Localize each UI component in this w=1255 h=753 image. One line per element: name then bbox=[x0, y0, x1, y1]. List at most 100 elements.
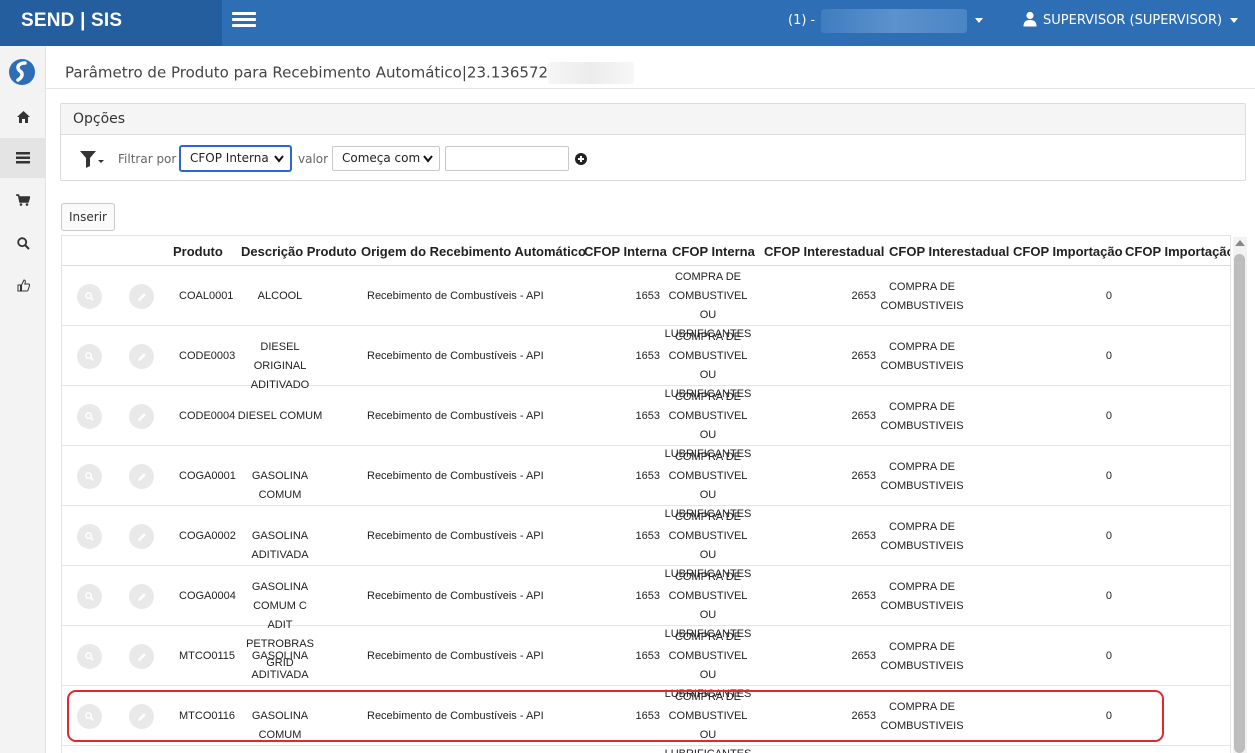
edit-button[interactable] bbox=[129, 704, 154, 729]
pencil-icon bbox=[137, 532, 146, 541]
menu-toggle-icon[interactable] bbox=[232, 12, 256, 28]
product-code: CODE0004 bbox=[179, 410, 236, 422]
sidebar-item-home[interactable] bbox=[0, 97, 46, 137]
list-icon bbox=[16, 152, 30, 164]
cfop-interstate-code: 2653 bbox=[851, 290, 876, 302]
receipt-origin: Recebimento de Combustíveis - API bbox=[367, 650, 544, 662]
product-code: MTCO0115 bbox=[179, 650, 236, 662]
cfop-interstate-code: 2653 bbox=[851, 410, 876, 422]
edit-button[interactable] bbox=[129, 404, 154, 429]
view-button[interactable] bbox=[77, 644, 102, 669]
column-header[interactable]: Origem do Recebimento Automático bbox=[361, 244, 586, 259]
cfop-interstate-description: COMPRA DE COMBUSTIVEIS bbox=[880, 338, 964, 376]
receipt-origin: Recebimento de Combustíveis - API bbox=[367, 410, 544, 422]
description-line: COMBUSTIVEL OU bbox=[668, 410, 748, 441]
edit-button[interactable] bbox=[129, 344, 154, 369]
description-line: COMPRA DE bbox=[674, 631, 741, 643]
chevron-down-icon bbox=[274, 155, 284, 163]
title-divider bbox=[46, 88, 1255, 89]
description-line: COMPRA DE bbox=[888, 521, 955, 533]
view-button[interactable] bbox=[77, 284, 102, 309]
product-code: COGA0001 bbox=[179, 470, 236, 482]
table-row[interactable]: MTCO0115 GASOLINA ADITIVADA Recebimento de… bbox=[62, 626, 1230, 700]
table-row[interactable]: CODE0004 DIESEL COMUM Recebimento de Combu… bbox=[62, 386, 1230, 460]
cfop-import-code: 0 bbox=[1105, 650, 1112, 662]
description-line: GASOLINA COMUM bbox=[251, 470, 309, 501]
edit-button[interactable] bbox=[129, 284, 154, 309]
description-line: GASOLINA ADITIVADA bbox=[251, 650, 309, 681]
description-line: COMBUSTIVEIS bbox=[880, 420, 964, 432]
table-row[interactable]: COGA0002 GASOLINA ADITIVADA Recebimento de… bbox=[62, 506, 1230, 580]
filter-field-select[interactable]: CFOP Interna bbox=[180, 146, 291, 171]
table-row[interactable]: COGA0004 GASOLINA COMUM C ADIT PETROBRAS G… bbox=[62, 566, 1230, 669]
description-line: LUBRIFICANTES bbox=[664, 745, 752, 753]
table-header: Produto Descrição Produto Origem do Rece… bbox=[62, 236, 1230, 266]
cfop-internal-code: 1653 bbox=[635, 350, 660, 362]
company-selector[interactable]: (1) - bbox=[788, 0, 984, 46]
options-panel: Opções Filtrar por CFOP Interna valor Co… bbox=[60, 103, 1246, 181]
column-header[interactable]: Produto bbox=[173, 244, 223, 259]
match-mode-select[interactable]: Começa com bbox=[332, 146, 440, 171]
description-line: COMPRA DE bbox=[674, 451, 741, 463]
description-line: COMBUSTIVEIS bbox=[880, 600, 964, 612]
description-line: COMPRA DE bbox=[888, 641, 955, 653]
user-icon bbox=[1023, 11, 1037, 26]
column-header[interactable]: CFOP Interna bbox=[584, 244, 667, 259]
filter-by-label: Filtrar por bbox=[118, 152, 177, 166]
user-menu[interactable]: SUPERVISOR (SUPERVISOR) bbox=[1022, 0, 1239, 46]
cfop-internal-code: 1653 bbox=[635, 710, 660, 722]
add-filter-icon[interactable] bbox=[575, 153, 587, 165]
edit-button[interactable] bbox=[129, 464, 154, 489]
cfop-import-code: 0 bbox=[1105, 470, 1112, 482]
description-line: COMPRA DE bbox=[888, 281, 955, 293]
cfop-interstate-code: 2653 bbox=[851, 530, 876, 542]
table-row[interactable]: CODE0003 DIESEL ORIGINAL ADITIVADO Recebime… bbox=[62, 326, 1230, 400]
table-row[interactable]: MTCO0116 GASOLINA COMUM Recebimento de Com… bbox=[62, 686, 1230, 753]
description-line: COMPRA DE bbox=[674, 331, 741, 343]
product-description: GASOLINA ADITIVADA bbox=[234, 527, 326, 565]
search-icon bbox=[85, 532, 94, 541]
column-header[interactable]: CFOP Importação bbox=[1013, 244, 1123, 259]
column-header[interactable]: CFOP Interestadual bbox=[889, 244, 1009, 259]
chevron-down-icon bbox=[975, 18, 984, 23]
sidebar-item-like[interactable] bbox=[0, 265, 46, 305]
view-button[interactable] bbox=[77, 524, 102, 549]
table-row[interactable]: COGA0001 GASOLINA COMUM Recebimento de Com… bbox=[62, 446, 1230, 520]
column-header[interactable]: CFOP Importação bbox=[1125, 244, 1230, 259]
scroll-up-arrow-icon[interactable] bbox=[1235, 240, 1245, 246]
description-line: COMBUSTIVEIS bbox=[880, 300, 964, 312]
description-line: DIESEL COMUM bbox=[237, 410, 323, 422]
company-label: (1) - bbox=[788, 13, 816, 28]
column-header[interactable]: Descrição Produto bbox=[241, 244, 357, 259]
app-logo-icon[interactable] bbox=[8, 58, 36, 86]
table-row[interactable]: COAL0001 ALCOOL Recebimento de Combustívei… bbox=[62, 266, 1230, 340]
sidebar-item-search[interactable] bbox=[0, 223, 46, 263]
home-icon bbox=[16, 111, 30, 123]
view-button[interactable] bbox=[77, 704, 102, 729]
brand-logo[interactable]: SEND | SIS bbox=[0, 0, 222, 46]
view-button[interactable] bbox=[77, 344, 102, 369]
description-line: GASOLINA COMUM bbox=[251, 710, 309, 741]
sidebar-item-cart[interactable] bbox=[0, 180, 46, 220]
pencil-icon bbox=[137, 472, 146, 481]
cfop-internal-code: 1653 bbox=[635, 530, 660, 542]
cfop-import-code: 0 bbox=[1105, 350, 1112, 362]
view-button[interactable] bbox=[77, 404, 102, 429]
edit-button[interactable] bbox=[129, 644, 154, 669]
filter-icon[interactable] bbox=[80, 151, 106, 169]
column-header[interactable]: CFOP Interna bbox=[672, 244, 755, 259]
cfop-import-code: 0 bbox=[1105, 290, 1112, 302]
cfop-import-code: 0 bbox=[1105, 710, 1112, 722]
edit-button[interactable] bbox=[129, 524, 154, 549]
sidebar-item-list[interactable] bbox=[0, 138, 46, 178]
insert-button[interactable]: Inserir bbox=[61, 203, 115, 231]
page-title: Parâmetro de Produto para Recebimento Au… bbox=[65, 62, 635, 84]
receipt-origin: Recebimento de Combustíveis - API bbox=[367, 290, 544, 302]
column-header[interactable]: CFOP Interestadual bbox=[764, 244, 884, 259]
scrollbar-thumb[interactable] bbox=[1234, 254, 1245, 753]
filter-value-input[interactable] bbox=[445, 146, 569, 171]
pencil-icon bbox=[137, 712, 146, 721]
edit-button[interactable] bbox=[129, 584, 154, 609]
view-button[interactable] bbox=[77, 584, 102, 609]
view-button[interactable] bbox=[77, 464, 102, 489]
